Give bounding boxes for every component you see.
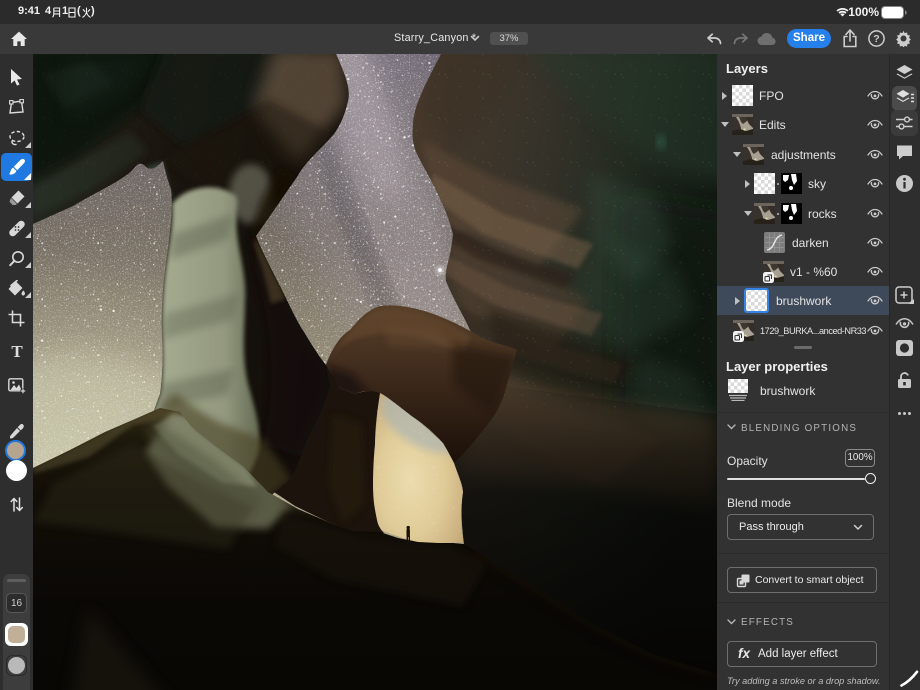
svg-text:?: ? (873, 33, 879, 45)
